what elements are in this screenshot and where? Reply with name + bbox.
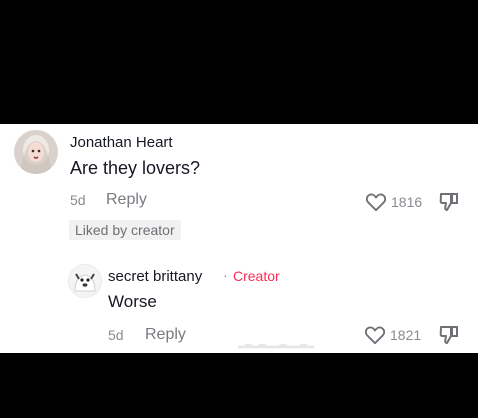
comment-age: 5d (70, 192, 86, 208)
reply-text: Worse (108, 292, 157, 311)
comments-panel: Jonathan Heart Are they lovers? 5d Reply… (0, 124, 478, 353)
comment-reply-button[interactable]: Reply (106, 191, 147, 209)
reply-separator: · (223, 267, 228, 283)
commenter-avatar[interactable] (14, 130, 58, 174)
commenter-username[interactable]: Jonathan Heart (70, 134, 173, 151)
reply-like-count: 1821 (390, 327, 422, 343)
heart-icon[interactable] (365, 192, 387, 212)
dislike-icon[interactable] (439, 191, 459, 213)
watermark: ▂▃▂▃▂▂▃▂▂▃▂ (238, 338, 315, 348)
dislike-icon[interactable] (439, 324, 459, 346)
reply-avatar[interactable] (68, 264, 102, 298)
creator-label: Creator (233, 268, 280, 284)
heart-icon[interactable] (364, 325, 386, 345)
comment-like-count: 1816 (391, 194, 423, 210)
liked-by-creator-badge: Liked by creator (69, 220, 181, 240)
reply-age: 5d (108, 327, 124, 343)
reply-username[interactable]: secret brittany (108, 268, 202, 285)
comment-text: Are they lovers? (70, 158, 201, 178)
reply-reply-button[interactable]: Reply (145, 326, 186, 344)
